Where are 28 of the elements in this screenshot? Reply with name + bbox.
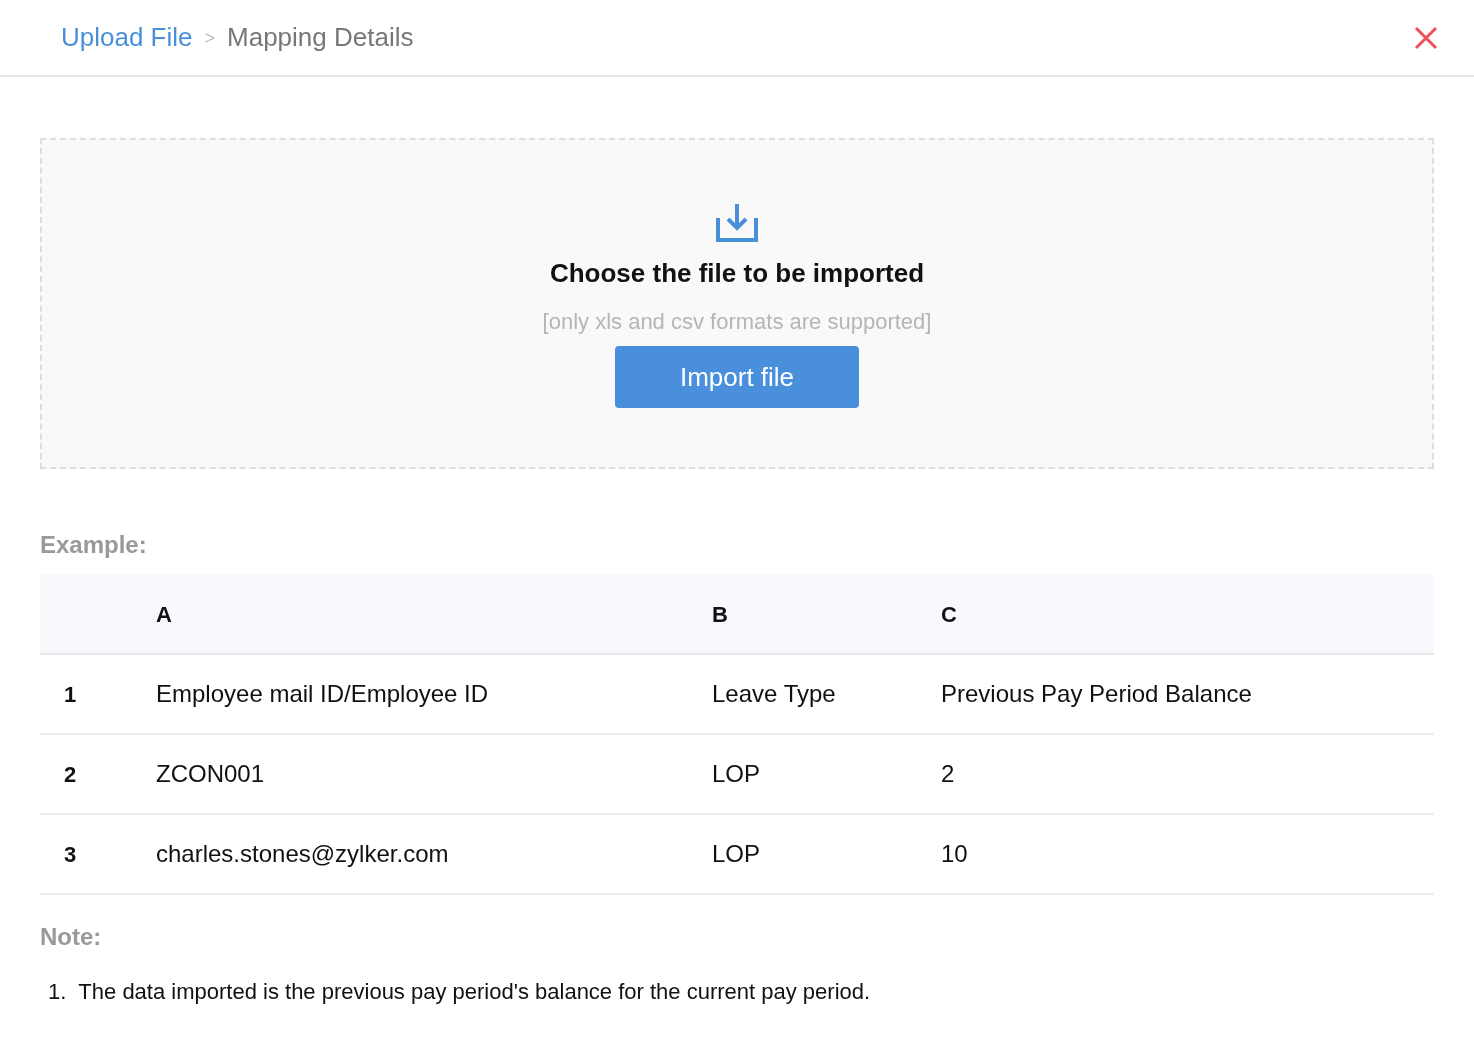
table-cell-text: 10 xyxy=(941,839,968,869)
upload-title: Choose the file to be imported xyxy=(549,257,925,290)
drop-zone[interactable]: Choose the file to be imported [only xls and csv formats are supported] Import file xyxy=(40,138,1434,469)
table-cell-text: LOP xyxy=(712,759,762,789)
breadcrumb-step[interactable]: Mapping Details xyxy=(227,18,414,57)
list-marker: 1. xyxy=(48,978,67,1006)
note-text: The data imported is the previous pay period's balance for the current pay period. xyxy=(78,978,871,1006)
close-icon xyxy=(1414,25,1438,50)
row-number: 2 xyxy=(63,760,78,789)
row-number: 1 xyxy=(63,680,78,709)
table-cell-text: LOP xyxy=(712,839,762,869)
column-header: A xyxy=(156,600,173,629)
table-cell-text: Employee mail ID/Employee ID xyxy=(156,679,490,709)
table-cell-text: 2 xyxy=(941,759,955,789)
column-header: C xyxy=(941,600,957,629)
table-cell-text: charles.stones@zylker.com xyxy=(156,839,450,869)
import-file-button[interactable]: Import file xyxy=(615,346,859,408)
breadcrumb-separator: > xyxy=(204,26,216,50)
table-cell-text: Previous Pay Period Balance xyxy=(941,679,1252,709)
example-heading: Example: xyxy=(40,530,148,560)
column-header: B xyxy=(712,600,729,629)
note-heading: Note: xyxy=(40,922,103,952)
download-icon xyxy=(716,202,758,242)
table-cell-text: Leave Type xyxy=(712,679,837,709)
row-number: 3 xyxy=(63,840,78,869)
table-cell-text: ZCON001 xyxy=(156,759,266,789)
breadcrumb-step[interactable]: Upload File xyxy=(61,18,193,57)
format-hint: [only xls and csv formats are supported] xyxy=(542,308,932,336)
